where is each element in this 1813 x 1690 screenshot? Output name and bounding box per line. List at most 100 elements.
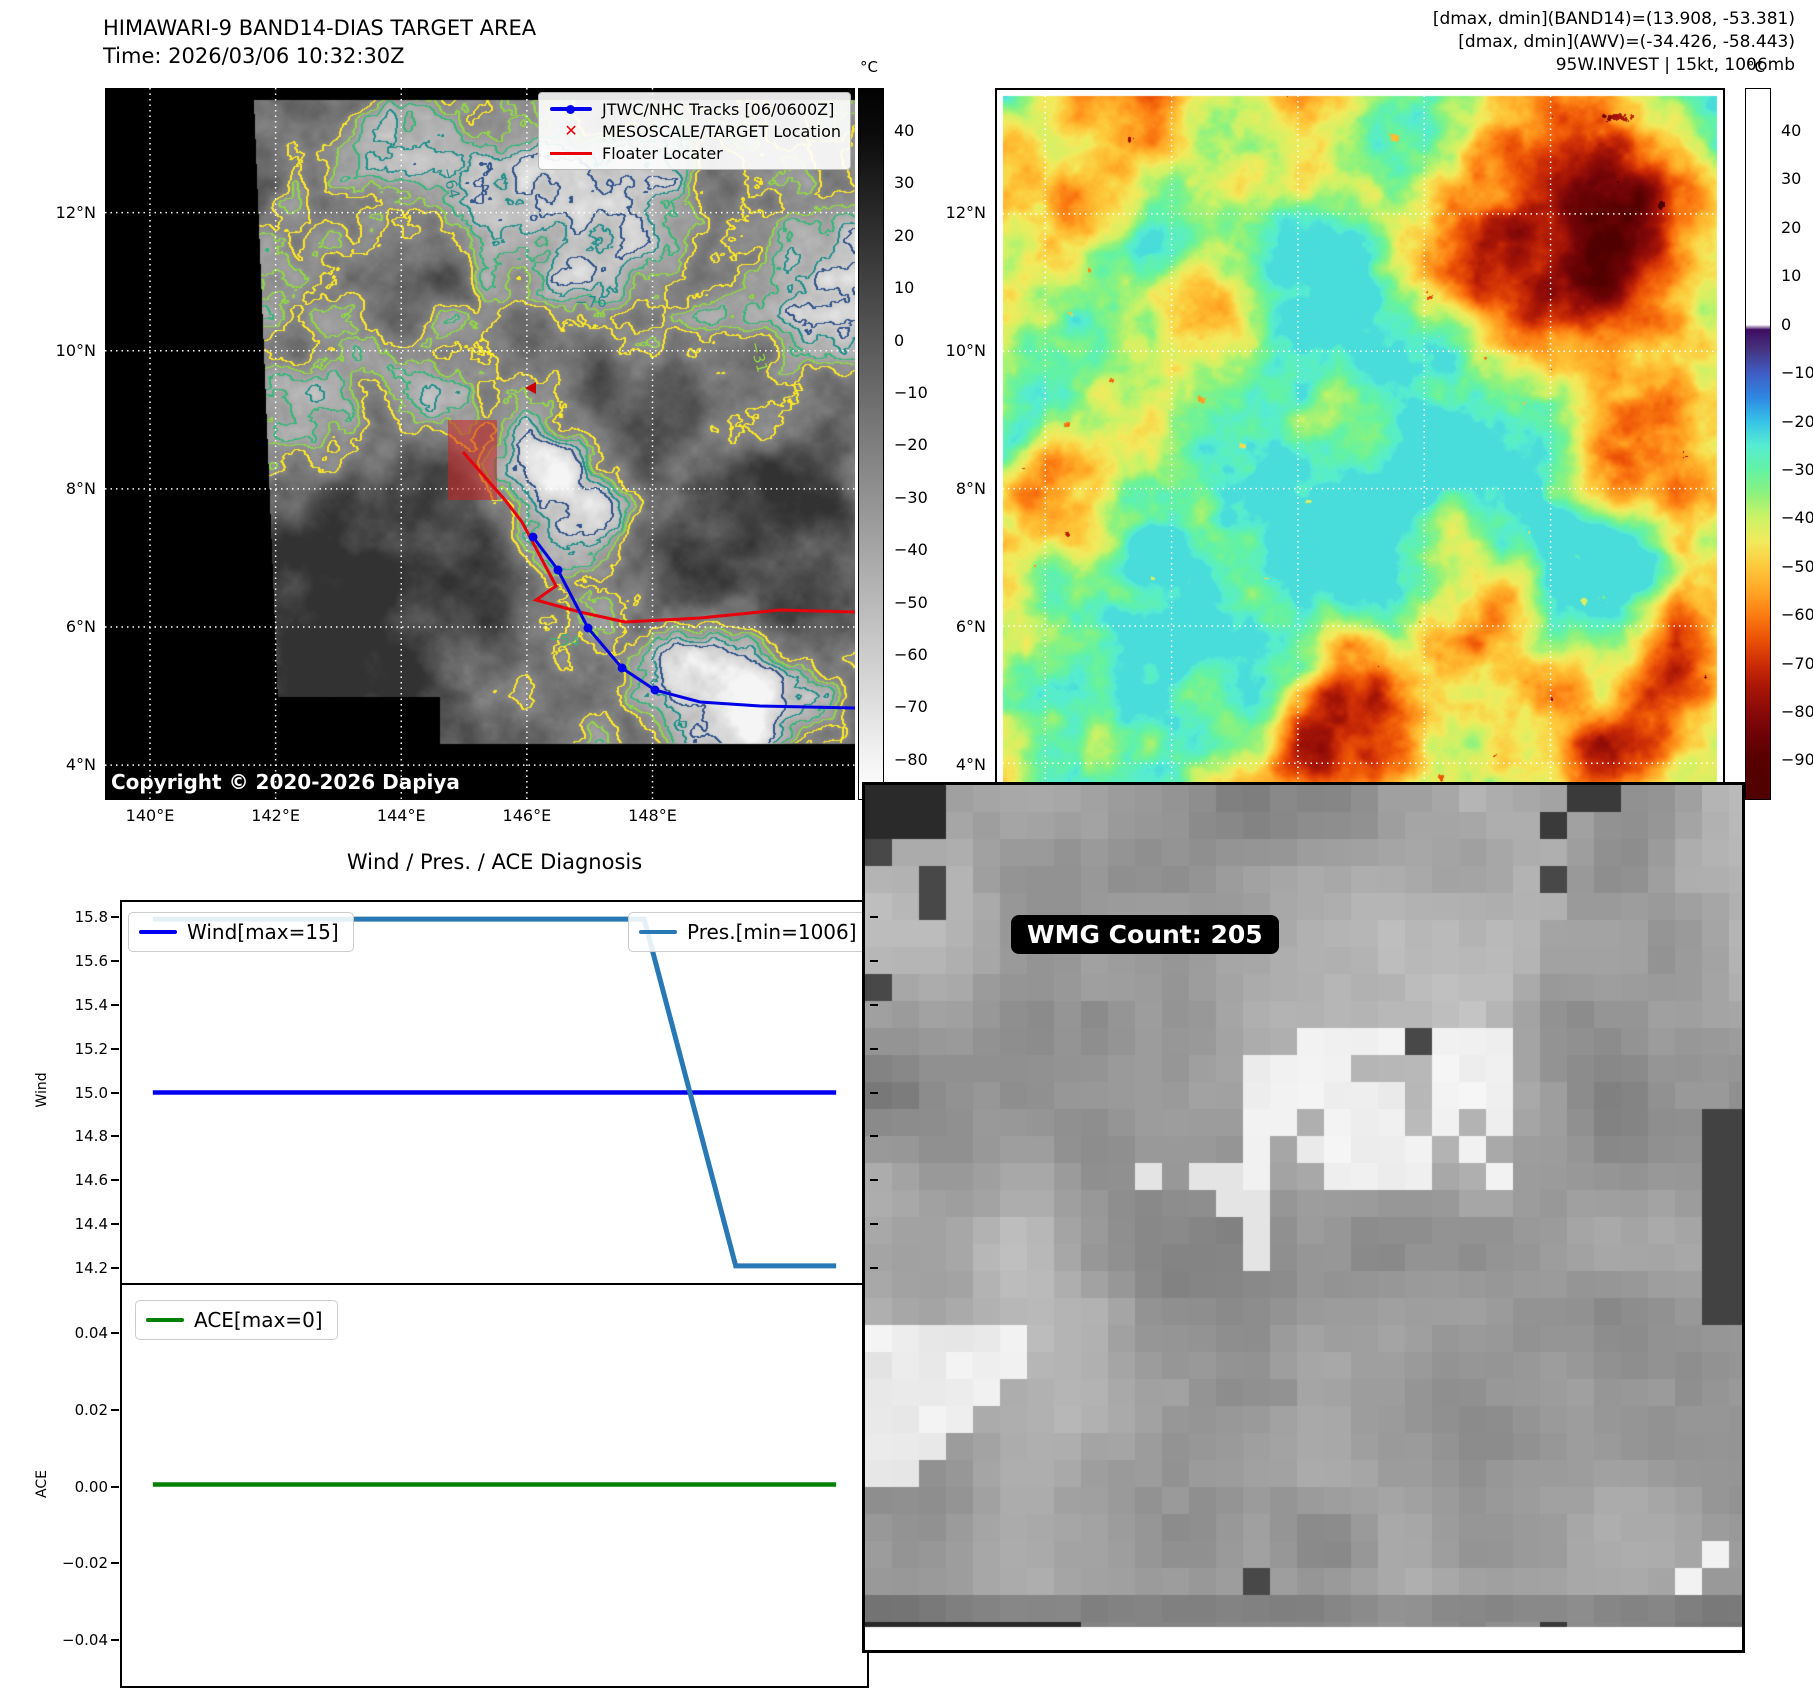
lon-tick-label: 146°E: [502, 806, 552, 825]
awv-header: [dmax, dmin](BAND14)=(13.908, -53.381) […: [1433, 8, 1795, 77]
lat-tick-label: 12°N: [55, 202, 96, 222]
tick-mark: [111, 1003, 119, 1006]
ace-tick-label: 0.04: [74, 1324, 108, 1343]
lat-tick-label: 10°N: [945, 340, 986, 360]
ace-legend: ACE[max=0]: [135, 1300, 338, 1340]
band14-colorbar: [858, 88, 884, 800]
colorbar-tick-label: 0: [1781, 314, 1792, 334]
red-line-icon: [548, 146, 594, 160]
tick-mark: [870, 1179, 878, 1182]
tick-mark: [111, 1332, 119, 1335]
wind-tick-label: 15.6: [74, 952, 108, 971]
awv-colorbar-unit: °C: [1747, 58, 1765, 76]
wind-tick-label: 15.0: [74, 1083, 108, 1102]
colorbar-tick-label: −50: [894, 592, 928, 612]
awv-overlay: [997, 90, 1723, 798]
colorbar-tick-label: −20: [894, 435, 928, 455]
red-x-icon: ✕: [564, 121, 578, 140]
wind-tick-label: 14.2: [74, 1258, 108, 1277]
wmg-count-badge: WMG Count: 205: [1011, 915, 1279, 954]
tick-mark: [111, 960, 119, 963]
colorbar-tick-label: −90: [1781, 750, 1813, 770]
lon-tick-label: 140°E: [125, 806, 175, 825]
band14-lat-axis: 12°N 10°N 8°N 6°N 4°N: [40, 88, 98, 800]
colorbar-tick-label: 10: [894, 278, 915, 298]
ace-tick-label: −0.04: [62, 1630, 108, 1649]
ace-axis-label: ACE: [34, 1470, 50, 1498]
awv-lat-axis: 12°N 10°N 8°N 6°N 4°N: [930, 88, 988, 800]
ace-tick-label: 0.00: [74, 1477, 108, 1496]
legend-row-target: ✕ MESOSCALE/TARGET Location: [548, 120, 841, 142]
colorbar-tick-label: 10: [1781, 266, 1802, 286]
lat-tick-label: 12°N: [945, 202, 986, 222]
tick-mark: [870, 960, 878, 963]
wind-pressure-lines: [152, 916, 837, 1269]
track-line-icon: [548, 102, 594, 116]
colorbar-tick-label: −60: [894, 645, 928, 665]
lat-tick-label: 6°N: [65, 616, 96, 636]
tick-mark: [111, 1179, 119, 1182]
awv-map-panel: [995, 88, 1725, 800]
wind-tick-label: 15.2: [74, 1039, 108, 1058]
lat-tick-label: 10°N: [55, 340, 96, 360]
band14-title: HIMAWARI-9 BAND14-DIAS TARGET AREA: [103, 16, 537, 40]
ace-line-icon: [146, 1317, 184, 1323]
tick-mark: [870, 1266, 878, 1269]
tick-mark: [870, 916, 878, 919]
pressure-legend: Pres.[min=1006]: [628, 912, 872, 952]
colorbar-tick-label: −80: [1781, 701, 1813, 721]
header-line-awv: [dmax, dmin](AWV)=(-34.426, -58.443): [1458, 32, 1795, 52]
tick-mark: [870, 1135, 878, 1138]
tick-mark: [870, 1047, 878, 1050]
legend-label-floater: Floater Locater: [602, 143, 723, 163]
diagnosis-title: Wind / Pres. / ACE Diagnosis: [346, 850, 643, 874]
ace-tick-label: −0.02: [62, 1554, 108, 1573]
colorbar-tick-label: 30: [894, 173, 915, 193]
wind-tick-label: 14.8: [74, 1127, 108, 1146]
legend-row-tracks: JTWC/NHC Tracks [06/0600Z]: [548, 98, 841, 120]
colorbar-tick-label: 40: [1781, 121, 1802, 140]
colorbar-tick-label: −10: [894, 383, 928, 403]
colorbar-tick-label: 40: [894, 121, 915, 140]
awv-colorbar-ticks: 40 30 20 10 0 −10 −20 −30 −40 −50 −60 −70 −80 −90: [1777, 88, 1813, 800]
ace-tick-axis: 0.04 0.02 0.00 −0.02 −0.04: [58, 1285, 114, 1688]
colorbar-tick-label: −70: [1781, 653, 1813, 673]
colorbar-tick-label: 0: [894, 330, 905, 350]
wind-tick-label: 15.8: [74, 908, 108, 927]
tick-mark: [111, 1091, 119, 1094]
tick-mark: [111, 1638, 119, 1641]
tick-mark: [111, 1485, 119, 1488]
colorbar-tick-label: 30: [1781, 169, 1802, 189]
colorbar-tick-label: −50: [1781, 556, 1813, 576]
lat-tick-label: 8°N: [65, 478, 96, 498]
header-line-invest: 95W.INVEST | 15kt, 1006mb: [1555, 55, 1795, 75]
tick-mark: [111, 1266, 119, 1269]
colorbar-tick-label: 20: [894, 225, 915, 245]
tick-mark: [870, 1091, 878, 1094]
map-legend: JTWC/NHC Tracks [06/0600Z] ✕ MESOSCALE/T…: [538, 92, 851, 170]
tick-mark: [111, 1562, 119, 1565]
wind-pressure-subplot: [120, 900, 869, 1285]
wmg-canvas: [865, 785, 1742, 1650]
band14-map-panel: −76−64−54−31−54 JTWC/NHC Tracks [06/0600…: [105, 88, 855, 800]
awv-colorbar: [1745, 88, 1771, 800]
wind-tick-label: 15.4: [74, 995, 108, 1014]
legend-label-tracks: JTWC/NHC Tracks [06/0600Z]: [602, 99, 835, 119]
band14-time: Time: 2026/03/06 10:32:30Z: [103, 44, 405, 68]
ace-tick-label: 0.02: [74, 1400, 108, 1419]
tick-mark: [111, 1222, 119, 1225]
wind-tick-label: 14.4: [74, 1214, 108, 1233]
tick-mark: [111, 916, 119, 919]
ace-line: [152, 1482, 837, 1487]
band14-overlay: [105, 88, 855, 800]
ace-legend-label: ACE[max=0]: [194, 1308, 323, 1332]
colorbar-tick-label: −30: [894, 487, 928, 507]
tick-mark: [111, 1135, 119, 1138]
legend-row-floater: Floater Locater: [548, 142, 841, 164]
colorbar-tick-label: −10: [1781, 363, 1813, 383]
colorbar-tick-label: −60: [1781, 605, 1813, 625]
lat-tick-label: 6°N: [955, 616, 986, 636]
colorbar-tick-label: −80: [894, 749, 928, 769]
lat-tick-label: 4°N: [955, 755, 986, 775]
colorbar-tick-label: −20: [1781, 411, 1813, 431]
